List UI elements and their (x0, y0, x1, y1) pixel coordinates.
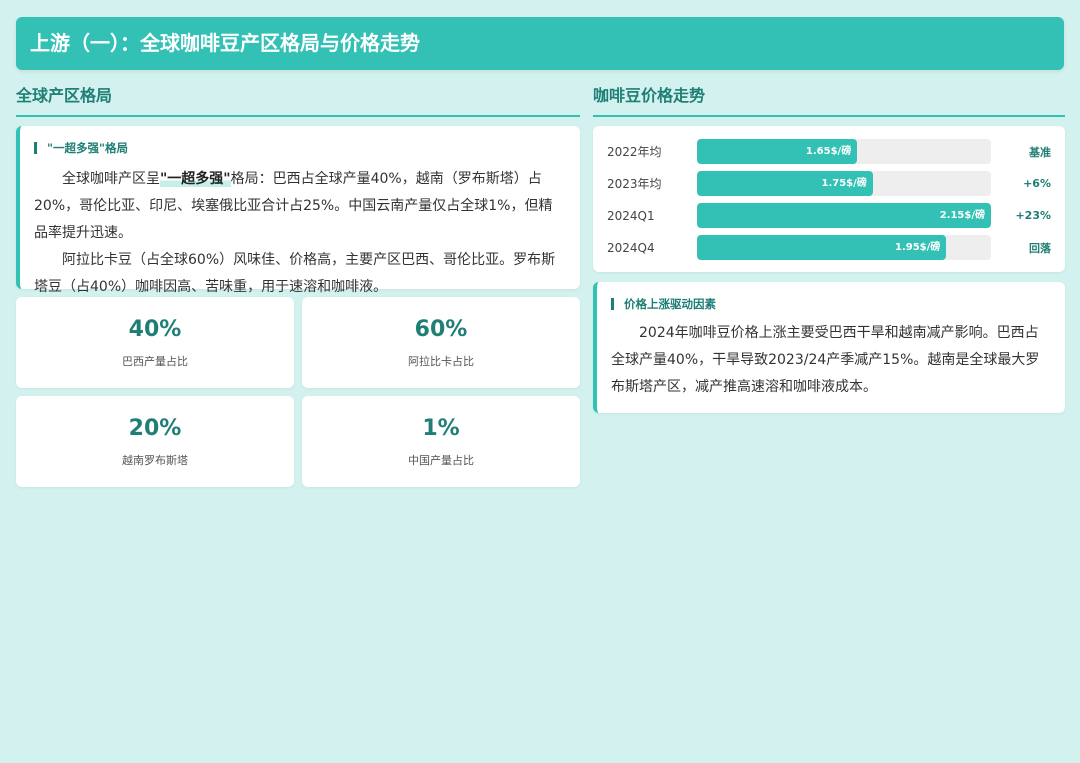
stat-card: 40% 巴西产量占比 (16, 297, 294, 388)
intro-paragraph-1: 全球咖啡产区呈"一超多强"格局：巴西占全球产量40%，越南（罗布斯塔）占20%，… (34, 166, 566, 247)
stat-card: 20% 越南罗布斯塔 (16, 396, 294, 487)
price-period: 2024Q1 (607, 208, 655, 223)
stat-label: 阿拉比卡占比 (408, 355, 474, 368)
stat-label: 巴西产量占比 (122, 355, 188, 368)
card-subtitle: "一超多强"格局 (34, 140, 566, 156)
page-header: 上游（一）：全球咖啡豆产区格局与价格走势 (16, 17, 1064, 70)
price-bar-track: 2.15$/磅 (697, 203, 991, 228)
price-change: +23% (1015, 209, 1051, 222)
p1-before: 全球咖啡产区呈 (62, 171, 160, 187)
price-period: 2022年均 (607, 145, 662, 159)
subtitle-text: "一超多强"格局 (47, 141, 128, 155)
drivers-paragraph: 2024年咖啡豆价格上涨主要受巴西干旱和越南减产影响。巴西占全球产量40%，干旱… (611, 325, 1040, 395)
price-value: 1.95$/磅 (895, 242, 941, 253)
stat-value: 40% (128, 317, 182, 342)
price-change: 基准 (1029, 145, 1051, 159)
price-change: +6% (1023, 177, 1051, 190)
stat-value: 20% (128, 416, 182, 441)
price-row: 2024Q4 1.95$/磅 回落 (607, 235, 1051, 260)
subtitle-bar-icon (34, 142, 37, 154)
stat-card: 1% 中国产量占比 (302, 396, 580, 487)
right-column: 咖啡豆价格走势 2022年均 1.65$/磅 基准 2023年均 1.75$/磅… (593, 84, 1065, 413)
stat-card: 60% 阿拉比卡占比 (302, 297, 580, 388)
price-row: 2022年均 1.65$/磅 基准 (607, 139, 1051, 164)
price-value: 1.65$/磅 (805, 146, 852, 157)
subtitle-text: 价格上涨驱动因素 (624, 297, 716, 311)
stat-value: 1% (422, 416, 460, 441)
price-bar-fill: 1.95$/磅 (697, 235, 947, 260)
production-intro-card: "一超多强"格局 全球咖啡产区呈"一超多强"格局：巴西占全球产量40%，越南（罗… (16, 126, 580, 295)
intro-paragraph-2: 阿拉比卡豆（占全球60%）风味佳、价格高，主要产区巴西、哥伦比亚。罗布斯塔豆（占… (34, 252, 556, 295)
highlight-text: "一超多强" (160, 171, 231, 187)
stat-label: 中国产量占比 (408, 454, 474, 467)
page-title: 上游（一）：全球咖啡豆产区格局与价格走势 (30, 31, 420, 55)
price-bar-fill: 2.15$/磅 (697, 203, 991, 228)
stat-label: 越南罗布斯塔 (122, 454, 188, 467)
section-title-price: 咖啡豆价格走势 (593, 84, 1065, 117)
stat-value: 60% (414, 317, 468, 342)
price-bar-track: 1.75$/磅 (697, 171, 991, 196)
left-column: 全球产区格局 "一超多强"格局 全球咖啡产区呈"一超多强"格局：巴西占全球产量4… (16, 84, 580, 487)
price-bar-track: 1.95$/磅 (697, 235, 991, 260)
price-period: 2024Q4 (607, 240, 655, 255)
price-drivers-card: 价格上涨驱动因素 2024年咖啡豆价格上涨主要受巴西干旱和越南减产影响。巴西占全… (593, 282, 1065, 413)
price-bar-fill: 1.75$/磅 (697, 171, 873, 196)
price-row: 2023年均 1.75$/磅 +6% (607, 171, 1051, 196)
price-value: 2.15$/磅 (939, 210, 985, 221)
subtitle-bar-icon (611, 298, 614, 310)
price-trend-card: 2022年均 1.65$/磅 基准 2023年均 1.75$/磅 +6% 202… (593, 126, 1065, 272)
price-bar-track: 1.65$/磅 (697, 139, 991, 164)
price-row: 2024Q1 2.15$/磅 +23% (607, 203, 1051, 228)
section-title-production: 全球产区格局 (16, 84, 580, 117)
price-change: 回落 (1029, 241, 1051, 255)
price-value: 1.75$/磅 (821, 178, 867, 189)
price-bar-fill: 1.65$/磅 (697, 139, 858, 164)
price-period: 2023年均 (607, 177, 662, 191)
card-subtitle: 价格上涨驱动因素 (611, 296, 1051, 312)
stats-grid: 40% 巴西产量占比 60% 阿拉比卡占比 20% 越南罗布斯塔 1% 中国产量… (16, 297, 580, 487)
